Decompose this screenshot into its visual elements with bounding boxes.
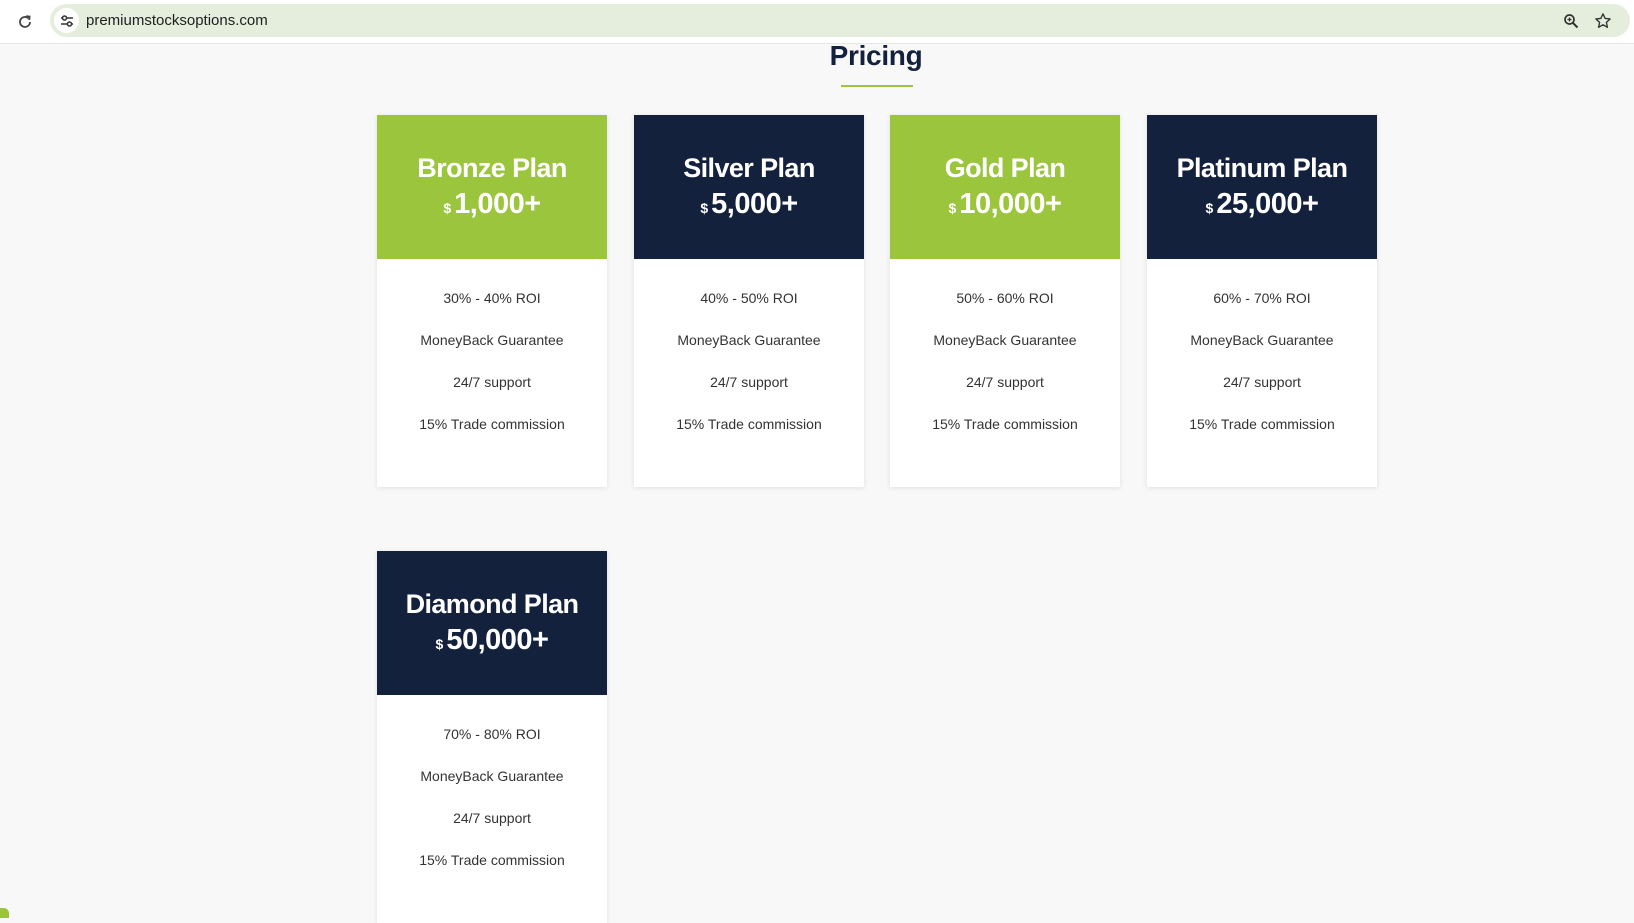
plan-features: 40% - 50% ROI MoneyBack Guarantee 24/7 s… — [634, 259, 864, 487]
plan-name: Diamond Plan — [405, 589, 579, 619]
plan-header: Gold Plan $ 10,000+ — [890, 115, 1120, 259]
star-icon[interactable] — [1592, 10, 1614, 32]
corner-widget[interactable] — [0, 908, 9, 918]
zoom-icon[interactable] — [1560, 10, 1582, 32]
feature-commission: 15% Trade commission — [676, 416, 822, 432]
site-info-icon[interactable] — [54, 8, 79, 33]
plan-amount: 5,000+ — [711, 188, 798, 220]
feature-guarantee: MoneyBack Guarantee — [677, 332, 821, 348]
feature-commission: 15% Trade commission — [1189, 416, 1335, 432]
plan-features: 60% - 70% ROI MoneyBack Guarantee 24/7 s… — [1147, 259, 1377, 487]
feature-commission: 15% Trade commission — [932, 416, 1078, 432]
plan-name: Silver Plan — [683, 153, 815, 183]
title-underline — [841, 85, 913, 87]
plan-card-silver: Silver Plan $ 5,000+ 40% - 50% ROI Money… — [634, 115, 864, 487]
url-text[interactable]: premiumstocksoptions.com — [86, 4, 268, 37]
plan-card-diamond: Diamond Plan $ 50,000+ 70% - 80% ROI Mon… — [377, 551, 607, 923]
dollar-icon: $ — [435, 636, 444, 652]
plan-features: 50% - 60% ROI MoneyBack Guarantee 24/7 s… — [890, 259, 1120, 487]
reload-icon[interactable] — [12, 9, 38, 35]
feature-roi: 30% - 40% ROI — [443, 290, 541, 306]
dollar-icon: $ — [700, 200, 709, 216]
plan-name: Gold Plan — [944, 153, 1066, 183]
feature-roi: 40% - 50% ROI — [700, 290, 798, 306]
plan-features: 70% - 80% ROI MoneyBack Guarantee 24/7 s… — [377, 695, 607, 923]
feature-guarantee: MoneyBack Guarantee — [933, 332, 1077, 348]
plan-name: Platinum Plan — [1176, 153, 1348, 183]
dollar-icon: $ — [948, 200, 957, 216]
plan-header: Silver Plan $ 5,000+ — [634, 115, 864, 259]
feature-commission: 15% Trade commission — [419, 416, 565, 432]
feature-guarantee: MoneyBack Guarantee — [420, 332, 564, 348]
plan-header: Bronze Plan $ 1,000+ — [377, 115, 607, 259]
page-title: Pricing — [829, 40, 923, 71]
browser-toolbar: premiumstocksoptions.com — [0, 0, 1634, 44]
feature-guarantee: MoneyBack Guarantee — [1190, 332, 1334, 348]
plan-price: $ 10,000+ — [949, 185, 1062, 227]
feature-roi: 50% - 60% ROI — [956, 290, 1054, 306]
feature-support: 24/7 support — [1223, 374, 1301, 390]
feature-roi: 70% - 80% ROI — [443, 726, 541, 742]
plan-price: $ 1,000+ — [443, 185, 541, 227]
plan-amount: 1,000+ — [454, 188, 541, 220]
plan-price: $ 50,000+ — [436, 621, 549, 663]
dollar-icon: $ — [1205, 200, 1214, 216]
feature-commission: 15% Trade commission — [419, 852, 565, 868]
feature-support: 24/7 support — [453, 810, 531, 826]
plan-features: 30% - 40% ROI MoneyBack Guarantee 24/7 s… — [377, 259, 607, 487]
plan-header: Platinum Plan $ 25,000+ — [1147, 115, 1377, 259]
plan-name: Bronze Plan — [417, 153, 567, 183]
plan-amount: 10,000+ — [959, 188, 1062, 220]
feature-support: 24/7 support — [710, 374, 788, 390]
plan-card-platinum: Platinum Plan $ 25,000+ 60% - 70% ROI Mo… — [1147, 115, 1377, 487]
feature-guarantee: MoneyBack Guarantee — [420, 768, 564, 784]
plan-amount: 50,000+ — [446, 624, 549, 656]
plan-header: Diamond Plan $ 50,000+ — [377, 551, 607, 695]
plan-price: $ 25,000+ — [1206, 185, 1319, 227]
plan-price: $ 5,000+ — [700, 185, 798, 227]
feature-support: 24/7 support — [966, 374, 1044, 390]
address-bar[interactable]: premiumstocksoptions.com — [50, 4, 1630, 37]
feature-support: 24/7 support — [453, 374, 531, 390]
plan-amount: 25,000+ — [1216, 188, 1319, 220]
dollar-icon: $ — [443, 200, 452, 216]
feature-roi: 60% - 70% ROI — [1213, 290, 1311, 306]
plan-card-bronze: Bronze Plan $ 1,000+ 30% - 40% ROI Money… — [377, 115, 607, 487]
plan-card-gold: Gold Plan $ 10,000+ 50% - 60% ROI MoneyB… — [890, 115, 1120, 487]
